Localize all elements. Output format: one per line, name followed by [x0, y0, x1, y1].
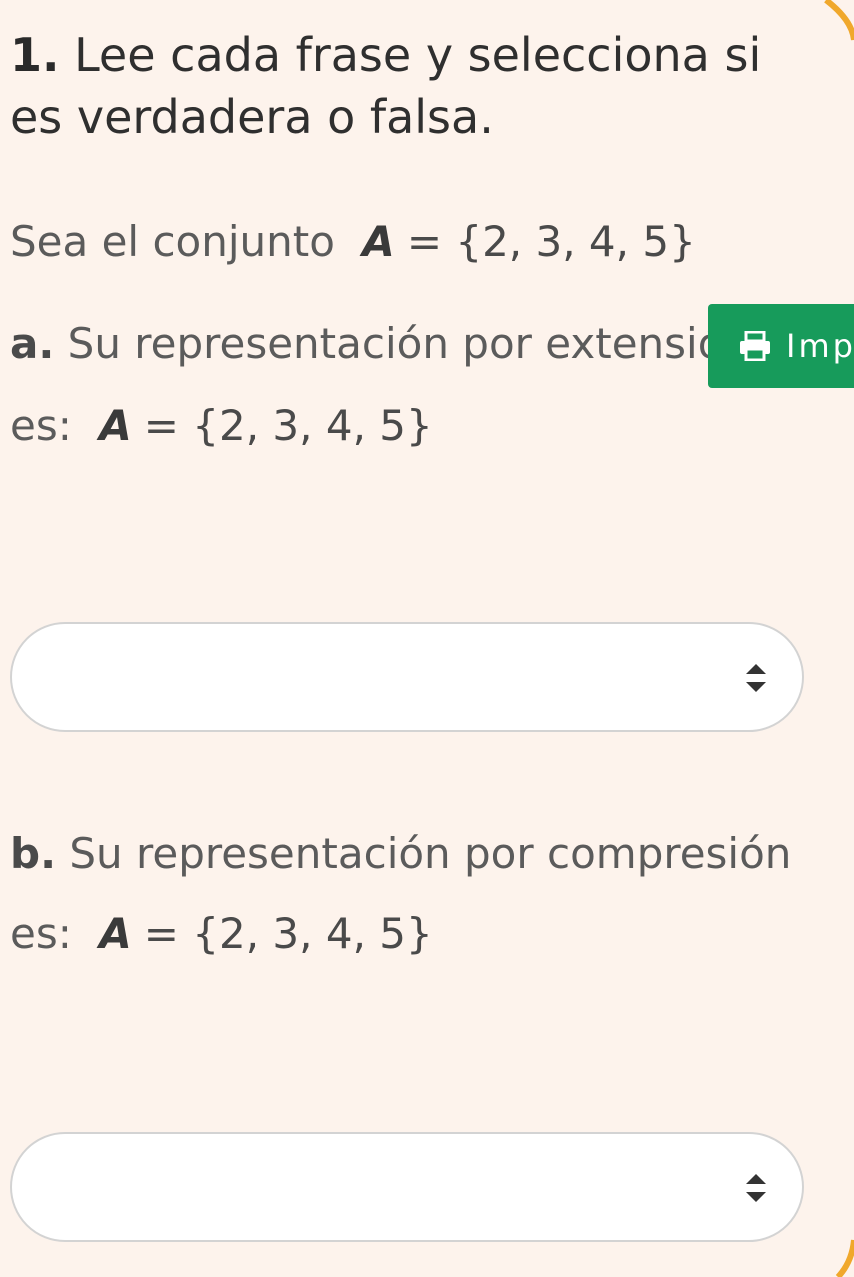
- updown-arrow-icon: [746, 1174, 766, 1202]
- item-a-expression: = {2, 3, 4, 5}: [143, 401, 433, 450]
- set-variable: A: [362, 217, 395, 266]
- set-expression: = {2, 3, 4, 5}: [406, 217, 696, 266]
- item-a-text: Su representación por extensión: [67, 319, 751, 368]
- question-title: 1. Lee cada frase y selecciona si es ver…: [10, 24, 810, 148]
- updown-arrow-icon: [746, 664, 766, 692]
- set-intro-text: Sea el conjunto: [10, 217, 335, 266]
- printer-icon: [740, 331, 770, 361]
- print-button-label: Imp: [786, 327, 854, 365]
- item-b-text-es: es:: [10, 909, 72, 958]
- set-intro-math: A = {2, 3, 4, 5}: [362, 217, 696, 266]
- print-button[interactable]: Imp: [708, 304, 854, 388]
- set-intro: Sea el conjunto A = {2, 3, 4, 5}: [10, 214, 696, 270]
- item-b-expression: = {2, 3, 4, 5}: [143, 909, 433, 958]
- question-text: Lee cada frase y selecciona si es verdad…: [10, 28, 762, 144]
- item-a-math: A = {2, 3, 4, 5}: [99, 401, 433, 450]
- item-a-statement-line2: es: A = {2, 3, 4, 5}: [10, 398, 433, 454]
- item-b-letter: b.: [10, 829, 57, 878]
- question-number: 1.: [10, 28, 60, 82]
- item-a-statement: a. Su representación por extensión: [10, 316, 750, 372]
- item-b-statement: b. Su representación por compresión: [10, 826, 791, 882]
- item-b-math: A = {2, 3, 4, 5}: [99, 909, 433, 958]
- item-b-variable: A: [99, 909, 132, 958]
- item-b-statement-line2: es: A = {2, 3, 4, 5}: [10, 906, 433, 962]
- item-b-select[interactable]: [10, 1132, 804, 1242]
- item-b-text: Su representación por compresión: [69, 829, 792, 878]
- item-a-select[interactable]: [10, 622, 804, 732]
- item-a-letter: a.: [10, 319, 55, 368]
- item-a-text-es: es:: [10, 401, 72, 450]
- item-a-variable: A: [99, 401, 132, 450]
